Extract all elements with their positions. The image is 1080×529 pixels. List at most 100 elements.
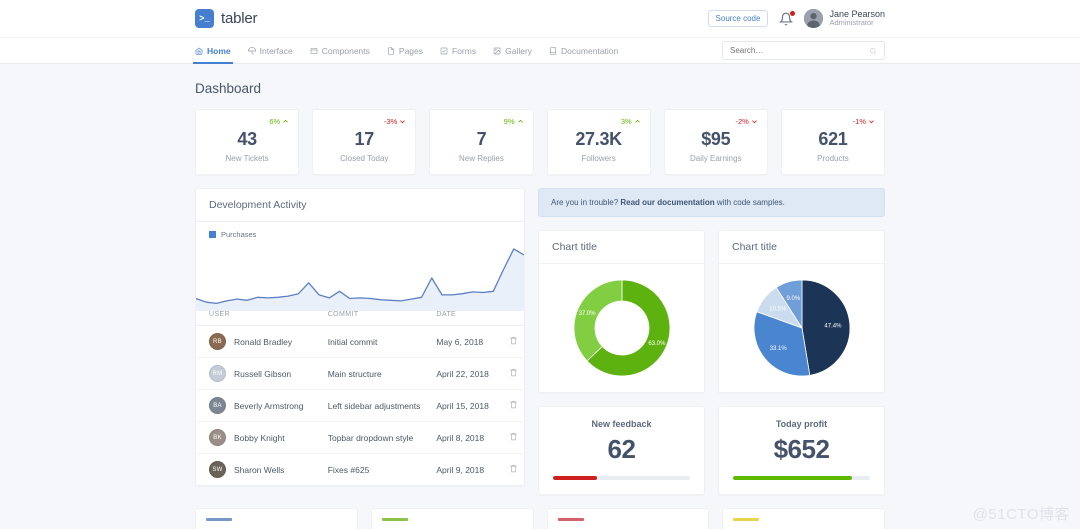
documentation-alert: Are you in trouble? Read our documentati… xyxy=(538,188,885,217)
trash-icon[interactable] xyxy=(509,464,518,473)
source-code-button[interactable]: Source code xyxy=(707,10,769,27)
svg-text:47.4%: 47.4% xyxy=(824,324,842,330)
today-profit-card: Today profit $652 xyxy=(718,406,885,495)
nav-item-forms[interactable]: Forms xyxy=(440,38,476,63)
nav-item-documentation[interactable]: Documentation xyxy=(549,38,618,63)
trash-icon[interactable] xyxy=(509,368,518,377)
stat-card-daily-earnings[interactable]: -2% $95 Daily Earnings xyxy=(663,109,768,175)
stat-label: Closed Today xyxy=(340,154,389,163)
stat-label: New Replies xyxy=(458,154,504,163)
status-badge: 9% xyxy=(504,117,524,126)
search-input[interactable] xyxy=(730,46,869,55)
progress-track xyxy=(733,476,870,480)
search-icon[interactable] xyxy=(869,47,877,55)
svg-text:33.1%: 33.1% xyxy=(769,346,787,352)
alert-text-after: with code samples. xyxy=(714,198,785,207)
nav-item-interface-label: Interface xyxy=(259,45,293,56)
table-row[interactable]: SW Sharon Wells Fixes #625 April 9, 2018 xyxy=(196,454,524,486)
home-icon xyxy=(195,47,203,55)
nav-item-home-label: Home xyxy=(207,45,231,56)
alert-link[interactable]: Read our documentation xyxy=(620,198,714,207)
card-title: Chart title xyxy=(552,241,597,253)
user-menu[interactable]: Jane Pearson Administrator xyxy=(804,9,885,28)
area-line-chart xyxy=(196,248,524,311)
donut-chart[interactable]: 63.0% 37.0% xyxy=(567,273,677,383)
nav-item-components[interactable]: Components xyxy=(310,38,370,63)
stat-value: 17 xyxy=(354,129,375,149)
mini-card-title: New feedback xyxy=(591,419,652,429)
pie-chart[interactable]: 47.4% 33.1% 10.5% 9.0% xyxy=(747,273,857,383)
stat-label: New Tickets xyxy=(225,154,269,163)
cell-actions[interactable] xyxy=(496,454,524,486)
cell-commit: Left sidebar adjustments xyxy=(314,389,424,422)
progress-track xyxy=(553,476,690,480)
commits-table: USER COMMIT DATE RB Ronald Bradley Initial… xyxy=(196,303,524,485)
search-box[interactable] xyxy=(722,41,885,60)
trash-icon[interactable] xyxy=(509,400,518,409)
stat-card-closed-today[interactable]: -3% 17 Closed Today xyxy=(312,109,417,175)
cell-actions[interactable] xyxy=(495,389,524,422)
table-row[interactable]: RM Russell Gibson Main structure April 22, … xyxy=(196,357,524,390)
avatar xyxy=(804,9,824,28)
cell-actions[interactable] xyxy=(495,357,524,390)
stat-label: Products xyxy=(817,154,849,163)
table-row[interactable]: BK Bobby Knight Topbar dropdown style April… xyxy=(196,421,524,454)
nav-item-gallery[interactable]: Gallery xyxy=(493,38,532,63)
chevron-up-icon xyxy=(634,119,640,123)
stat-card-followers[interactable]: 3% 27.3K Followers xyxy=(546,109,651,175)
pie-chart-body: 47.4% 33.1% 10.5% 9.0% xyxy=(719,264,884,392)
nav-item-interface[interactable]: Interface xyxy=(247,38,293,63)
legend-label: Purchases xyxy=(221,230,257,239)
user-name: Ronald Bradley xyxy=(234,336,293,347)
brand[interactable]: >_ tabler xyxy=(195,9,258,28)
card-header: Chart title xyxy=(719,231,884,264)
stat-value: 621 xyxy=(818,129,848,149)
stat-card-new-replies[interactable]: 9% 7 New Replies xyxy=(429,109,534,175)
nav-item-pages[interactable]: Pages xyxy=(387,38,423,63)
avatar: BA xyxy=(209,397,226,414)
bottom-card-1[interactable] xyxy=(370,508,534,529)
bottom-card-2[interactable] xyxy=(546,508,710,529)
status-badge: -3% xyxy=(384,117,406,126)
svg-text:63.0%: 63.0% xyxy=(648,341,666,347)
chart-legend: Purchases xyxy=(196,230,256,239)
legend-swatch xyxy=(209,231,216,238)
stat-value: $95 xyxy=(701,129,731,149)
cell-actions[interactable] xyxy=(495,421,524,454)
cell-date: April 15, 2018 xyxy=(423,389,496,422)
chevron-down-icon xyxy=(400,120,406,124)
user-name: Sharon Wells xyxy=(234,464,285,475)
status-badge: -1% xyxy=(853,117,875,126)
bottom-card-0[interactable] xyxy=(195,508,358,529)
svg-text:10.5%: 10.5% xyxy=(769,307,787,313)
table-row[interactable]: RB Ronald Bradley Initial commit May 6, 201… xyxy=(196,325,524,358)
nav-item-home[interactable]: Home xyxy=(193,38,233,64)
trend-value: -2% xyxy=(735,117,749,126)
stat-value: 43 xyxy=(237,129,257,149)
progress-bar xyxy=(553,476,597,480)
nav-items: Home Interface Components Pages Forms Ga… xyxy=(193,38,618,64)
trash-icon[interactable] xyxy=(509,336,518,345)
stat-card-products[interactable]: -1% 621 Products xyxy=(780,109,886,175)
card-title: Development Activity xyxy=(209,199,307,211)
nav-item-pages-label: Pages xyxy=(398,45,424,56)
cell-date: May 6, 2018 xyxy=(423,325,496,358)
stat-label: Daily Earnings xyxy=(689,154,742,163)
nav-item-gallery-label: Gallery xyxy=(505,45,533,56)
stat-card-new-tickets[interactable]: 6% 43 New Tickets xyxy=(195,109,300,175)
mini-card-value: $652 xyxy=(773,434,830,464)
cell-date: April 22, 2018 xyxy=(423,357,496,390)
cell-actions[interactable] xyxy=(495,325,524,358)
notifications-button[interactable] xyxy=(779,10,796,26)
watermark: @51CTO博客 xyxy=(972,506,1070,523)
bottom-card-3[interactable] xyxy=(722,508,885,529)
status-badge: 3% xyxy=(621,117,641,126)
stat-value: 27.3K xyxy=(575,129,622,149)
card-header: Development Activity xyxy=(196,189,524,222)
chevron-up-icon xyxy=(517,119,523,123)
avatar-image xyxy=(804,9,824,28)
chevron-down-icon xyxy=(752,120,757,124)
table-row[interactable]: BA Beverly Armstrong Left sidebar adjustme… xyxy=(196,389,524,422)
trash-icon[interactable] xyxy=(509,432,518,441)
chevron-down-icon xyxy=(869,120,874,124)
